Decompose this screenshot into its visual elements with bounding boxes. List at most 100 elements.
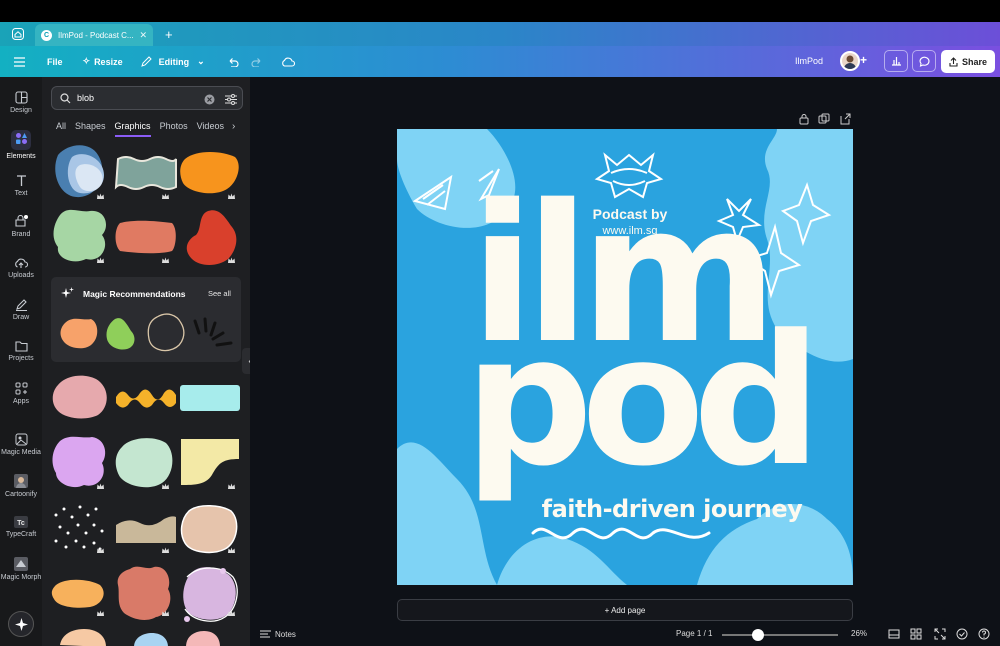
rail-label: Apps xyxy=(13,398,29,405)
magic-media-icon xyxy=(15,433,27,446)
search-input[interactable] xyxy=(77,93,197,103)
clear-search-icon[interactable] xyxy=(204,92,215,110)
rail-label: Magic Morph xyxy=(0,574,42,581)
redo-icon[interactable] xyxy=(251,57,263,67)
file-button[interactable]: File xyxy=(47,57,63,67)
rail-item-apps[interactable]: Apps xyxy=(0,382,42,405)
canva-favicon-icon: C xyxy=(41,29,52,41)
premium-crown-icon xyxy=(162,257,169,263)
check-circle-icon[interactable] xyxy=(956,628,968,640)
tab-all[interactable]: All xyxy=(56,121,66,137)
premium-crown-icon xyxy=(162,610,169,616)
premium-crown-icon xyxy=(97,610,104,616)
editing-mode-button[interactable]: Editing ⌄ xyxy=(140,56,205,67)
new-tab-icon[interactable]: + xyxy=(165,27,173,42)
rail-label: Text xyxy=(14,190,28,197)
premium-crown-icon xyxy=(162,193,169,199)
close-tab-icon[interactable]: ✕ xyxy=(139,30,147,41)
document-name[interactable]: IlmPod xyxy=(795,56,823,66)
notes-button[interactable]: Notes xyxy=(260,629,296,639)
design-artboard[interactable]: Podcast by www.ilm.sg ilm pod faith-driv… xyxy=(397,129,853,585)
uploads-icon xyxy=(15,258,28,268)
resize-button[interactable]: ✧ Resize xyxy=(83,56,123,67)
insights-chart-icon[interactable] xyxy=(884,50,908,72)
premium-crown-icon xyxy=(97,193,104,199)
graphic-sage-blob[interactable] xyxy=(114,435,176,489)
magic-rec-peach-blob[interactable] xyxy=(59,315,99,351)
editor-toolbar: File ✧ Resize Editing ⌄ IlmPod + Share xyxy=(0,46,1000,77)
graphic-tan-wave-shape[interactable] xyxy=(114,513,178,545)
search-box xyxy=(51,86,243,110)
rail-item-projects[interactable]: Projects xyxy=(0,340,42,362)
rail-item-magic-media[interactable]: Magic Media xyxy=(0,433,42,456)
graphic-wavy-rectangle[interactable] xyxy=(114,155,178,191)
rail-item-brand[interactable]: Brand xyxy=(0,215,42,238)
graphic-mint-rectangle[interactable] xyxy=(179,383,241,413)
tab-graphics[interactable]: Graphics xyxy=(114,121,151,137)
add-collaborator-icon[interactable]: + xyxy=(860,53,867,67)
comment-icon[interactable] xyxy=(912,50,936,72)
magic-rec-green-blob[interactable] xyxy=(105,315,137,351)
add-page-button[interactable]: + Add page xyxy=(397,599,853,621)
rail-item-cartoonify[interactable]: Cartoonify xyxy=(0,474,42,498)
graphic-peach-blob-partial[interactable] xyxy=(54,627,108,646)
magic-assistant-button[interactable] xyxy=(8,611,34,637)
chevron-right-icon[interactable]: › xyxy=(232,121,235,132)
design-icon xyxy=(14,91,28,104)
headline-pod[interactable]: pod xyxy=(437,307,837,497)
rail-item-typecraft[interactable]: Tc TypeCraft xyxy=(0,516,42,538)
tab-photos[interactable]: Photos xyxy=(160,121,188,137)
graphic-yellow-wave[interactable] xyxy=(114,383,178,413)
rail-item-uploads[interactable]: Uploads xyxy=(0,257,42,279)
rail-item-design[interactable]: Design xyxy=(0,91,42,114)
rail-item-elements[interactable]: Elements xyxy=(0,130,42,160)
fullscreen-icon[interactable] xyxy=(934,628,946,640)
magic-rec-outline-blob[interactable] xyxy=(145,311,187,353)
rail-label: Elements xyxy=(6,153,36,160)
cloud-save-icon[interactable] xyxy=(281,57,295,67)
tagline-text[interactable]: faith-driven journey xyxy=(509,495,835,523)
graphic-salmon-rounded-rect[interactable] xyxy=(114,219,178,255)
avatar[interactable] xyxy=(840,51,860,71)
graphic-light-orange-blob[interactable] xyxy=(50,577,106,609)
tab-videos[interactable]: Videos xyxy=(197,121,224,137)
lock-icon[interactable] xyxy=(798,113,810,125)
see-all-link[interactable]: See all xyxy=(208,289,231,298)
zoom-slider[interactable] xyxy=(722,629,838,641)
zoom-percentage[interactable]: 26% xyxy=(851,629,867,638)
rail-item-text[interactable]: Text xyxy=(0,174,42,197)
help-icon[interactable] xyxy=(978,628,990,640)
rail-item-draw[interactable]: Draw xyxy=(0,298,42,321)
premium-crown-icon xyxy=(97,483,104,489)
graphic-orange-blob[interactable] xyxy=(179,149,241,195)
zoom-slider-handle[interactable] xyxy=(752,629,765,641)
undo-icon[interactable] xyxy=(227,57,239,67)
rail-label: TypeCraft xyxy=(5,531,37,538)
graphic-pink-blob-partial[interactable] xyxy=(182,629,222,646)
rail-item-magic-morph[interactable]: Magic Morph xyxy=(0,557,42,581)
page-indicator[interactable]: Page 1 / 1 xyxy=(676,629,712,638)
top-black-bar xyxy=(0,0,1000,22)
duplicate-page-icon[interactable] xyxy=(818,113,830,125)
sparkle-icon xyxy=(14,617,28,631)
browser-tab[interactable]: C IlmPod - Podcast C... ✕ xyxy=(35,24,153,46)
graphic-blue-blob-partial[interactable] xyxy=(130,631,170,646)
filter-icon[interactable] xyxy=(225,92,237,110)
tab-shapes[interactable]: Shapes xyxy=(75,121,106,137)
share-button[interactable]: Share xyxy=(941,50,995,73)
premium-crown-icon xyxy=(228,193,235,199)
menu-icon[interactable] xyxy=(14,56,28,67)
bottom-status-bar: Notes Page 1 / 1 26% xyxy=(250,623,1000,646)
magic-rec-burst-lines[interactable] xyxy=(191,317,235,351)
page-view-icon[interactable] xyxy=(888,628,900,640)
notes-icon xyxy=(260,630,271,638)
rail-label: Design xyxy=(10,107,32,114)
tab-title: IlmPod - Podcast C... xyxy=(58,30,134,40)
draw-icon xyxy=(15,299,27,311)
graphic-pink-blob[interactable] xyxy=(50,373,112,421)
premium-crown-icon xyxy=(228,547,235,553)
home-icon[interactable] xyxy=(9,25,27,43)
add-page-icon[interactable] xyxy=(839,113,851,125)
grid-view-icon[interactable] xyxy=(910,628,922,640)
cartoonify-icon xyxy=(14,474,28,488)
